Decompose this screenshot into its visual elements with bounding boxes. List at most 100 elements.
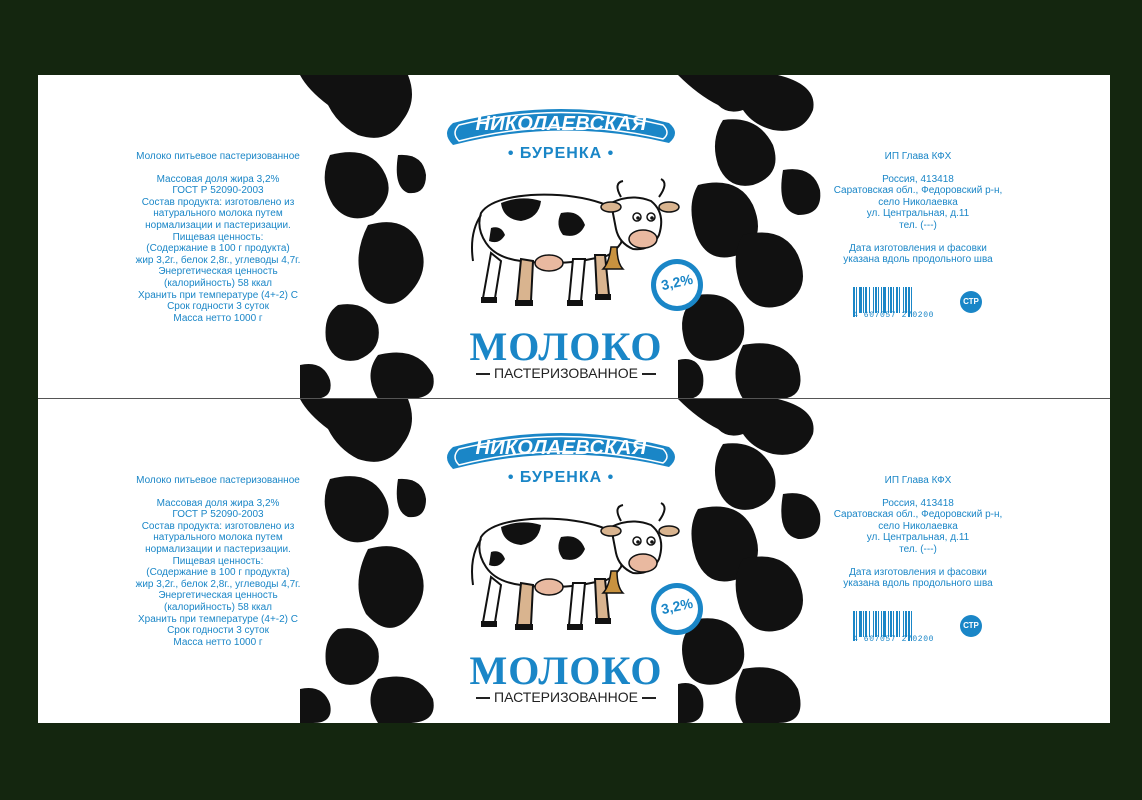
barcode-bar bbox=[893, 611, 894, 637]
text-line: Дата изготовления и фасовки bbox=[849, 242, 987, 254]
barcode-bar bbox=[903, 287, 904, 313]
producer-name: ИП Глава КФХ bbox=[818, 151, 1018, 163]
text-line: жир 3,2г., белок 2,8г., углеводы 4,7г. bbox=[135, 578, 301, 590]
text-line: Срок годности 3 суток bbox=[167, 301, 269, 313]
barcode-bar bbox=[881, 287, 882, 313]
text-line: (Содержание в 100 г продукта) bbox=[146, 567, 290, 579]
label-panel-bottom: Молоко питьевое пастеризованное Массовая… bbox=[38, 399, 1110, 723]
text-line: Масса нетто 1000 г bbox=[173, 312, 263, 324]
barcode-bar bbox=[890, 287, 892, 313]
producer-info-block: ИП Глава КФХ Россия, 413418 Саратовская о… bbox=[818, 475, 1018, 590]
text-line: нормализации и пастеризации. bbox=[145, 543, 291, 555]
barcode-bar bbox=[883, 611, 886, 637]
barcode-bar bbox=[875, 611, 877, 637]
barcode-bar bbox=[905, 287, 907, 313]
text-line: ул. Центральная, д.11 bbox=[866, 208, 970, 220]
barcode-bar bbox=[896, 287, 898, 313]
product-info-title: Молоко питьевое пастеризованное bbox=[136, 151, 300, 162]
barcode-bar bbox=[903, 611, 904, 637]
front-label: НИКОЛАЕВСКАЯ • БУРЕНКА • 3,2% МОЛОКО ПАС… bbox=[441, 399, 703, 723]
text-line: Состав продукта: изготовлено из bbox=[141, 196, 295, 208]
fold-line bbox=[38, 398, 1110, 399]
product-name: МОЛОКО bbox=[469, 324, 663, 369]
product-info-block: Молоко питьевое пастеризованное Массовая… bbox=[98, 151, 338, 324]
barcode-bar bbox=[890, 611, 892, 637]
product-name: МОЛОКО bbox=[469, 648, 663, 693]
barcode-digits: 4 607057 270200 bbox=[853, 635, 935, 644]
text-line: ГОСТ Р 52090-2003 bbox=[172, 509, 264, 521]
barcode-bar bbox=[863, 611, 864, 637]
text-line: село Николаевка bbox=[878, 196, 958, 208]
barcode-bar bbox=[875, 287, 877, 313]
label-panel-top: Молоко питьевое пастеризованное Массовая… bbox=[38, 75, 1110, 399]
certification-mark-icon: СТР bbox=[960, 615, 982, 637]
text-line: указана вдоль продольного шва bbox=[843, 254, 993, 266]
text-line: Дата изготовления и фасовки bbox=[849, 566, 987, 578]
product-info-lines: Массовая доля жира 3,2% ГОСТ Р 52090-2003… bbox=[98, 174, 338, 325]
barcode-bar bbox=[873, 287, 874, 313]
text-line: ИП Глава КФХ bbox=[884, 151, 952, 162]
text-line: ГОСТ Р 52090-2003 bbox=[172, 185, 264, 197]
barcode-bar bbox=[878, 287, 879, 313]
text-line: Россия, 413418 bbox=[882, 173, 954, 185]
front-label: НИКОЛАЕВСКАЯ • БУРЕНКА • 3,2% МОЛОКО ПАС… bbox=[441, 75, 703, 399]
text-line: тел. (---) bbox=[899, 543, 937, 555]
producer-address: Россия, 413418 Саратовская обл., Федоровс… bbox=[818, 498, 1018, 556]
text-line: Пищевая ценность: bbox=[172, 555, 264, 567]
text-line: (Содержание в 100 г продукта) bbox=[146, 243, 290, 255]
barcode-bar bbox=[859, 287, 862, 313]
product-info-block: Молоко питьевое пастеризованное Массовая… bbox=[98, 475, 338, 648]
text-line: Масса нетто 1000 г bbox=[173, 636, 263, 648]
text-line: село Николаевка bbox=[878, 520, 958, 532]
text-line: Энергетическая ценность bbox=[158, 590, 278, 602]
cow-illustration bbox=[471, 178, 680, 306]
text-line: указана вдоль продольного шва bbox=[843, 578, 993, 590]
producer-address: Россия, 413418 Саратовская обл., Федоровс… bbox=[818, 174, 1018, 232]
cow-illustration bbox=[471, 502, 680, 630]
text-line: ул. Центральная, д.11 bbox=[866, 532, 970, 544]
text-line: натурального молока путем bbox=[153, 208, 283, 220]
barcode-bar bbox=[881, 611, 882, 637]
text-line: Россия, 413418 bbox=[882, 497, 954, 509]
brand-name-line2: • БУРЕНКА • bbox=[507, 145, 615, 162]
text-line: натурального молока путем bbox=[153, 532, 283, 544]
product-subtitle: ПАСТЕРИЗОВАННОЕ bbox=[461, 689, 671, 705]
text-line: жир 3,2г., белок 2,8г., углеводы 4,7г. bbox=[135, 254, 301, 266]
product-info-lines: Массовая доля жира 3,2% ГОСТ Р 52090-2003… bbox=[98, 498, 338, 649]
certification-mark-icon: СТР bbox=[960, 291, 982, 313]
barcode-bar bbox=[859, 611, 862, 637]
barcode-bar bbox=[883, 287, 886, 313]
barcode-bar bbox=[865, 287, 867, 313]
barcode-bar bbox=[905, 611, 907, 637]
product-info-title: Молоко питьевое пастеризованное bbox=[136, 475, 300, 486]
text-line: Саратовская обл., Федоровский р-н, bbox=[833, 509, 1003, 521]
text-line: Хранить при температуре (4+-2) С bbox=[137, 613, 299, 625]
product-subtitle: ПАСТЕРИЗОВАННОЕ bbox=[461, 365, 671, 381]
text-line: нормализации и пастеризации. bbox=[145, 219, 291, 231]
barcode-bar bbox=[888, 287, 889, 313]
text-line: Срок годности 3 суток bbox=[167, 625, 269, 637]
barcode-bar bbox=[888, 611, 889, 637]
text-line: Массовая доля жира 3,2% bbox=[156, 497, 280, 509]
producer-info-block: ИП Глава КФХ Россия, 413418 Саратовская о… bbox=[818, 151, 1018, 266]
text-line: ИП Глава КФХ bbox=[884, 475, 952, 486]
barcode-bar bbox=[869, 611, 870, 637]
brand-name-line1: НИКОЛАЕВСКАЯ bbox=[475, 437, 647, 459]
text-line: (калорийность) 58 ккал bbox=[164, 277, 272, 289]
producer-name: ИП Глава КФХ bbox=[818, 475, 1018, 487]
production-date-note: Дата изготовления и фасовки указана вдоль… bbox=[818, 243, 1018, 266]
barcode-bar bbox=[893, 287, 894, 313]
text-line: Массовая доля жира 3,2% bbox=[156, 173, 280, 185]
text-line: тел. (---) bbox=[899, 219, 937, 231]
brand-name-line2: • БУРЕНКА • bbox=[507, 469, 615, 486]
production-date-note: Дата изготовления и фасовки указана вдоль… bbox=[818, 567, 1018, 590]
label-sheet: Молоко питьевое пастеризованное Массовая… bbox=[38, 75, 1110, 723]
barcode-bar bbox=[863, 287, 864, 313]
text-line: Состав продукта: изготовлено из bbox=[141, 520, 295, 532]
barcode-bar bbox=[878, 611, 879, 637]
text-line: Саратовская обл., Федоровский р-н, bbox=[833, 185, 1003, 197]
barcode-bar bbox=[899, 611, 900, 637]
barcode-bar bbox=[865, 611, 867, 637]
text-line: (калорийность) 58 ккал bbox=[164, 601, 272, 613]
text-line: Хранить при температуре (4+-2) С bbox=[137, 289, 299, 301]
